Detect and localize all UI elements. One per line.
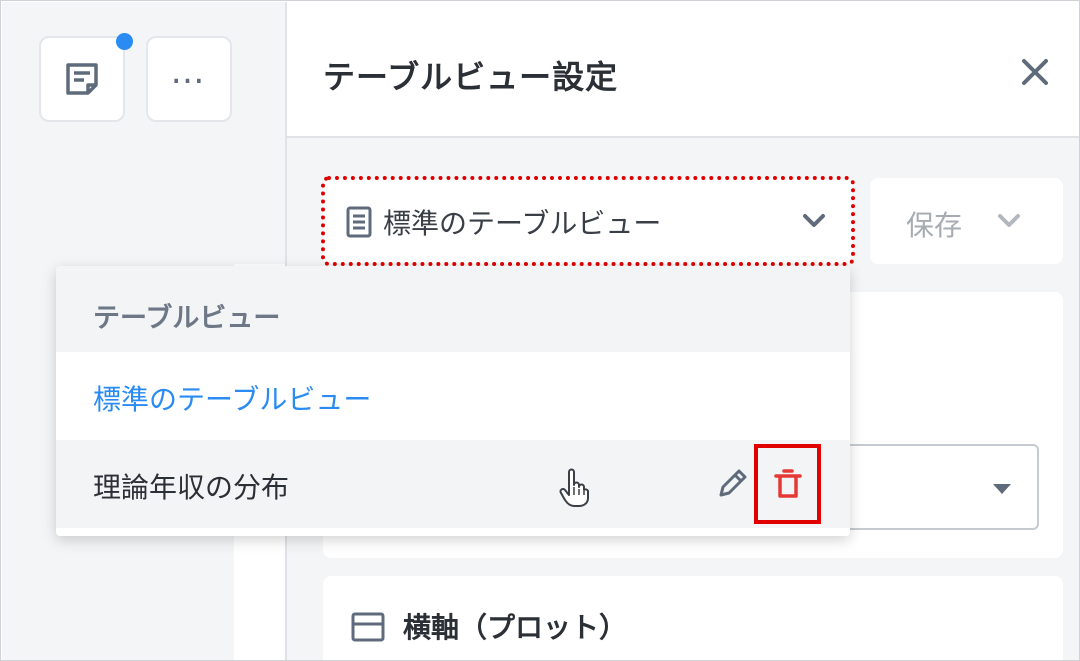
more-icon: … [170,52,208,92]
table-view-dropdown: テーブルビュー 標準のテーブルビュー 理論年収の分布 [56,266,850,536]
pencil-icon[interactable] [716,466,750,500]
dropdown-header: テーブルビュー [56,266,850,352]
more-button[interactable]: … [146,36,232,122]
trash-icon [773,469,802,498]
chevron-down-icon [803,214,825,227]
selected-view-label: 標準のテーブルビュー [383,207,662,240]
delete-view-button[interactable] [754,444,821,524]
dropdown-item-label: 理論年収の分布 [93,471,290,504]
panel-title: テーブルビュー設定 [323,58,619,96]
chevron-down-icon [998,214,1020,227]
document-icon [346,206,372,238]
caret-down-icon [993,484,1011,494]
app-frame: … テーブルビュー設定 標準のテーブルビュー 保存 横軸（プロット） テーブルビ… [0,0,1080,661]
close-icon[interactable] [1015,52,1055,92]
dropdown-item-salary-distribution[interactable]: 理論年収の分布 [56,440,850,528]
panel-header: テーブルビュー設定 [287,2,1079,138]
hand-cursor-icon [559,468,589,507]
notification-dot [116,33,133,50]
dropdown-item-label: 標準のテーブルビュー [93,383,372,416]
section-title: 横軸（プロット） [403,611,628,644]
note-button[interactable] [39,36,125,122]
dropdown-header-label: テーブルビュー [93,303,281,334]
option-select[interactable] [843,444,1039,530]
horizontal-axis-section: 横軸（プロット） [323,576,1063,660]
panel-layout-icon [351,612,385,642]
save-label: 保存 [906,209,963,242]
note-icon [66,63,98,95]
table-view-select[interactable]: 標準のテーブルビュー [321,176,855,266]
dropdown-item-standard[interactable]: 標準のテーブルビュー [56,352,850,440]
save-button[interactable]: 保存 [870,178,1063,264]
